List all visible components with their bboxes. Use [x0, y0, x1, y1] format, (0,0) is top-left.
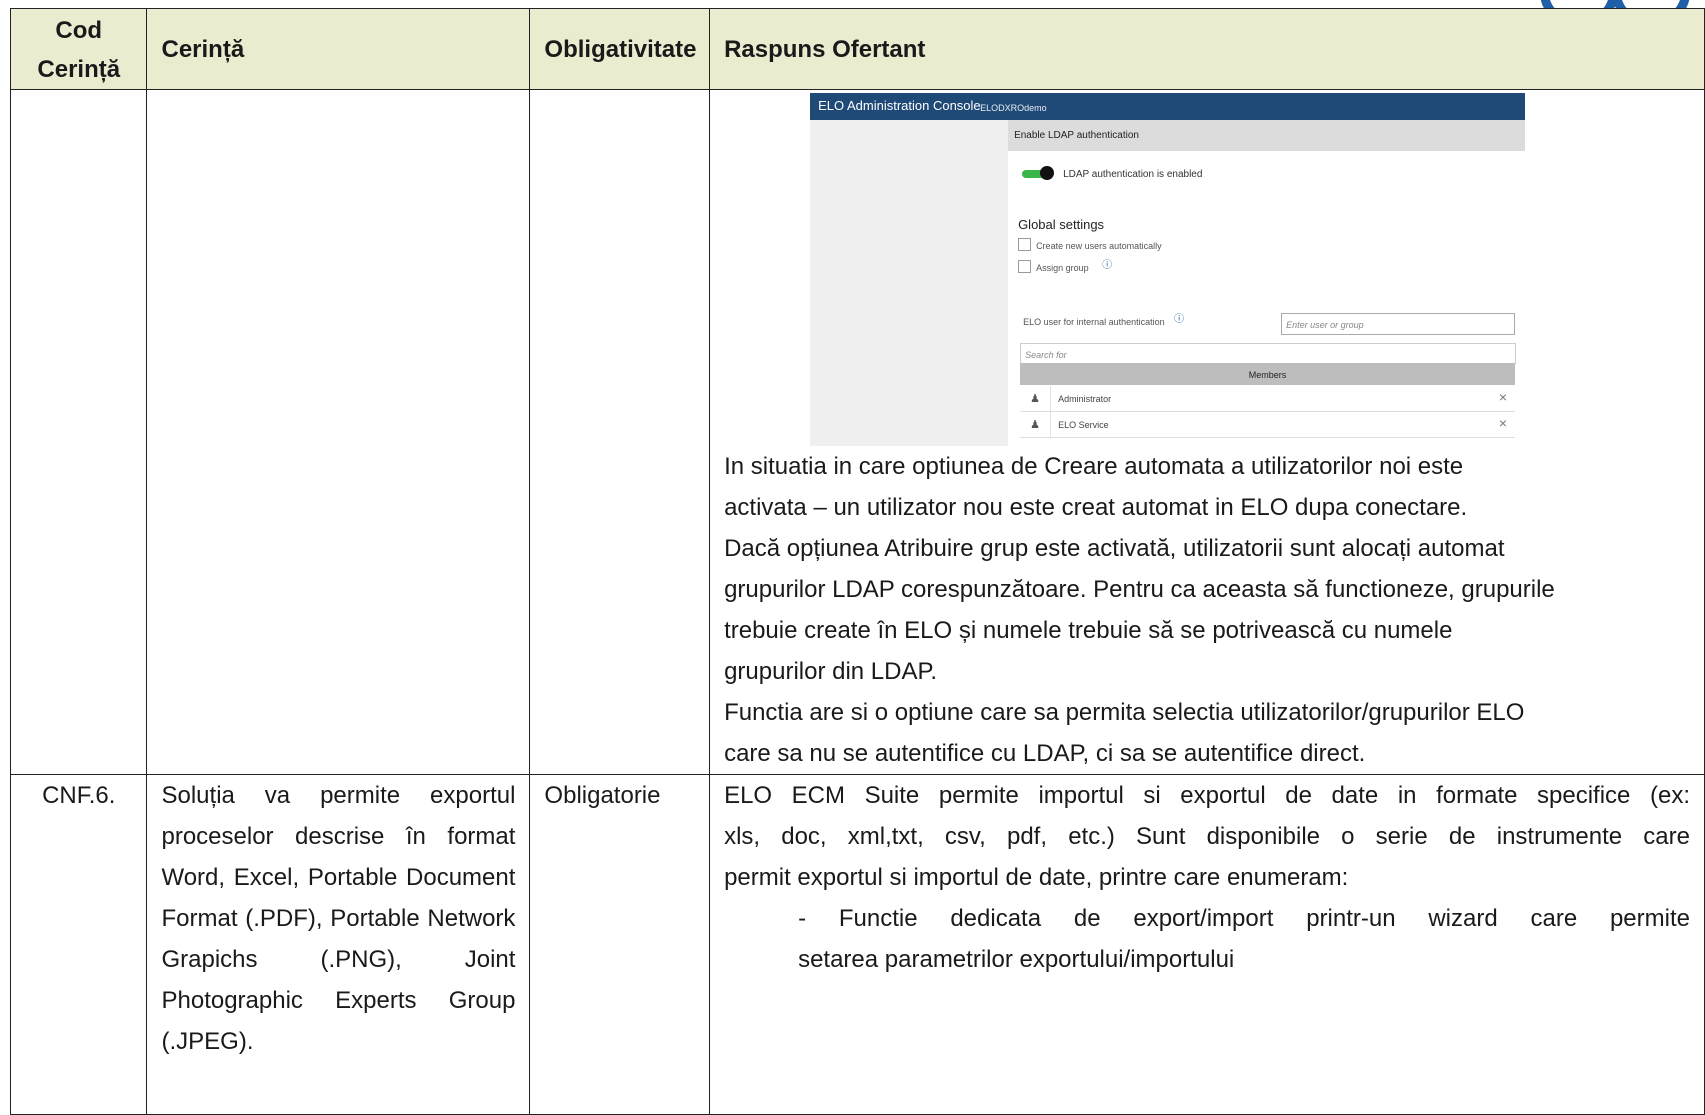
table-row: ELO Administration Console ELODXROdemo E…	[9, 89, 1705, 775]
row1-code-cell	[9, 89, 148, 775]
paragraph-line: grupurilor LDAP corespunzătoare. Pentru …	[724, 576, 1555, 603]
requirements-table: Cod Cerință Cerință Obligativitate Raspu…	[9, 8, 1705, 1115]
checkbox-assign-group-label: Assign group	[1036, 263, 1089, 273]
row1-response-text: In situatia in care optiunea de Creare a…	[710, 446, 1704, 774]
row2-requirement: Soluția va permite exportul proceselor d…	[146, 774, 531, 1115]
members-header: Members	[1020, 363, 1516, 385]
paragraph-line: Functia are si o optiune care sa permita…	[724, 699, 1525, 726]
remove-icon: ×	[1498, 389, 1508, 405]
user-input-placeholder: Enter user or group	[1286, 320, 1364, 330]
internal-auth-label: ELO user for internal authentication	[1023, 317, 1165, 327]
user-icon: ♟	[1030, 393, 1040, 405]
remove-icon: ×	[1498, 415, 1508, 431]
section-header: Enable LDAP authentication	[1008, 120, 1526, 151]
members-header-label: Members	[1248, 370, 1287, 380]
ldap-toggle	[1022, 166, 1055, 180]
header-row: Cod Cerință Cerință Obligativitate Raspu…	[9, 8, 1705, 90]
member-name: ELO Service	[1058, 420, 1109, 430]
console-sidebar	[810, 120, 1009, 446]
checkbox-assign-group	[1018, 260, 1032, 273]
header-mandatory: Obligativitate	[529, 8, 711, 90]
checkbox-create-users	[1018, 238, 1032, 251]
checkbox-create-users-label: Create new users automatically	[1036, 241, 1162, 251]
elo-admin-screenshot: ELO Administration Console ELODXROdemo E…	[810, 93, 1526, 446]
header-requirement: Cerință	[146, 8, 531, 90]
member-row: ♟ Administrator ×	[1020, 386, 1516, 412]
header-response: Raspuns Ofertant	[709, 8, 1705, 90]
paragraph-line: activata – un utilizator nou este creat …	[724, 494, 1468, 521]
paragraph-line: Dacă opțiunea Atribuire grup este activa…	[724, 535, 1505, 562]
search-input: Search for	[1020, 343, 1517, 364]
row1-mandatory-cell	[529, 89, 711, 775]
member-row: ♟ ELO Service ×	[1020, 412, 1516, 438]
header-code: Cod Cerință	[9, 8, 148, 90]
console-title-bar: ELO Administration Console ELODXROdemo	[810, 93, 1526, 120]
paragraph-line: care sa nu se autentifice cu LDAP, ci sa…	[724, 740, 1366, 767]
user-icon: ♟	[1030, 419, 1040, 431]
console-instance: ELODXROdemo	[980, 103, 1047, 113]
global-settings-heading: Global settings	[1018, 217, 1105, 232]
row2-mandatory: Obligatorie	[529, 774, 711, 1115]
paragraph-line: grupurilor din LDAP.	[724, 658, 938, 685]
ldap-toggle-label: LDAP authentication is enabled	[1063, 169, 1203, 180]
console-title: ELO Administration Console	[818, 98, 981, 113]
row2-response: ELO ECM Suite permite importul si export…	[709, 774, 1705, 1115]
paragraph-line: In situatia in care optiunea de Creare a…	[724, 453, 1464, 480]
row1-requirement-cell	[146, 89, 531, 775]
info-icon: ⓘ	[1174, 314, 1185, 325]
paragraph-line: trebuie create în ELO și numele trebuie …	[724, 617, 1453, 644]
section-header-label: Enable LDAP authentication	[1014, 130, 1139, 141]
search-placeholder: Search for	[1025, 350, 1067, 360]
row2-code: CNF.6.	[9, 774, 148, 1115]
info-icon: ⓘ	[1102, 260, 1113, 271]
table-row: CNF.6. Soluția va permite exportul proce…	[9, 774, 1705, 1115]
row1-response-cell: ELO Administration Console ELODXROdemo E…	[709, 89, 1705, 775]
user-input: Enter user or group	[1281, 313, 1516, 335]
member-name: Administrator	[1058, 394, 1112, 404]
